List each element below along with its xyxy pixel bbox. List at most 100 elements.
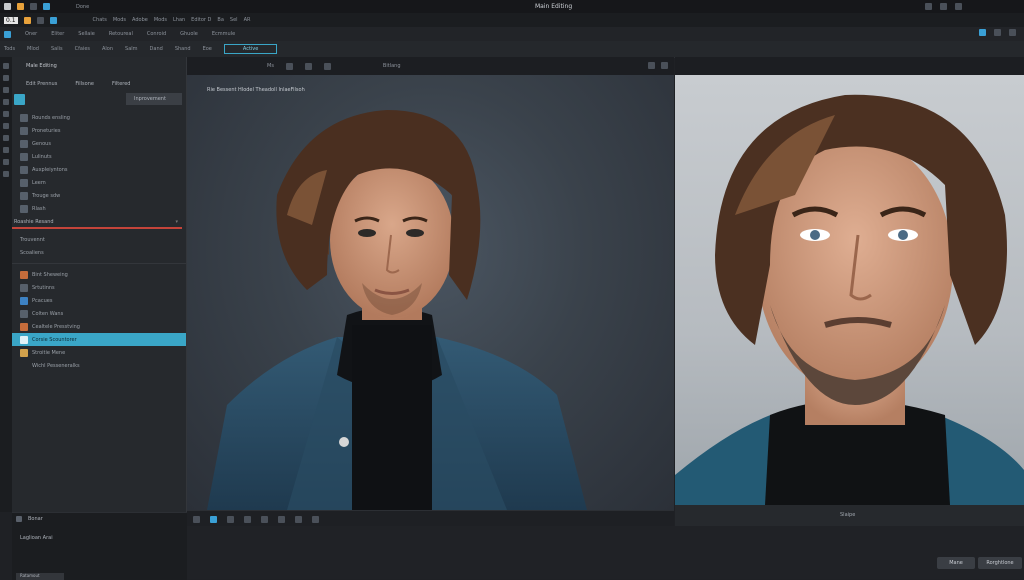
section-item[interactable]: Trouvennt [12, 233, 186, 246]
brush-tool-icon[interactable] [3, 75, 9, 81]
minimize-icon[interactable] [925, 3, 932, 10]
chat-icon[interactable] [193, 515, 200, 523]
adjust-icon[interactable] [14, 93, 25, 105]
list-item[interactable]: Auxpleiyntons [12, 163, 186, 176]
item-icon [20, 296, 28, 305]
open-icon[interactable] [23, 16, 31, 24]
dock-icon[interactable] [648, 62, 655, 69]
option-edit[interactable]: Edit Prennus [26, 81, 57, 87]
maximize-icon[interactable] [940, 3, 947, 10]
list-item[interactable]: Colten Wans [12, 307, 186, 320]
list-item[interactable]: Bint Sheweing [12, 268, 186, 281]
toolbar-item[interactable]: Shand [175, 46, 191, 52]
toolbar-item[interactable]: Mlod [27, 46, 39, 52]
list-item-selected[interactable]: Corsie Scountorer [12, 333, 186, 346]
menu-item[interactable]: AR [244, 17, 251, 23]
text-tool-icon[interactable] [3, 123, 9, 129]
list-item[interactable]: Proneturies [12, 124, 186, 137]
list-item[interactable]: Wichl Pesseneralks [12, 359, 186, 372]
list-item[interactable]: Srtutinns [12, 281, 186, 294]
toolbar-item[interactable]: Retoureal [109, 31, 133, 37]
preview-status-bar: Slaipe [675, 505, 1024, 526]
crop-tool-icon[interactable] [3, 87, 9, 93]
layers-small-icon[interactable] [244, 515, 251, 523]
undo-icon[interactable] [43, 3, 50, 10]
option-filter[interactable]: Filtered [112, 81, 131, 87]
section-item[interactable]: Scoaliens [12, 246, 186, 259]
layers-icon[interactable] [36, 16, 44, 24]
list-item[interactable]: Stroitie Mene [12, 346, 186, 359]
eyedropper-tool-icon[interactable] [3, 171, 9, 177]
mask-icon[interactable] [295, 515, 302, 523]
toolbar-item[interactable]: Salm [125, 46, 138, 52]
save-icon[interactable] [30, 3, 37, 10]
settings-icon[interactable] [979, 29, 986, 36]
canvas-filename: Bitlang [382, 63, 401, 69]
list-item[interactable]: Pcacues [12, 294, 186, 307]
link-icon[interactable] [261, 515, 268, 523]
toolbar-item[interactable]: Eliter [51, 31, 64, 37]
main-button[interactable]: Mane [937, 557, 975, 569]
toolbar-item[interactable]: Salis [51, 46, 63, 52]
zoom-level[interactable]: 0.1 [4, 16, 18, 24]
active-tab[interactable]: Active [223, 44, 278, 54]
close-canvas-icon[interactable] [661, 62, 668, 69]
menu-item[interactable]: Lhan [173, 17, 185, 23]
refresh-icon[interactable] [16, 516, 22, 522]
rorghtlone-button[interactable]: Rorghtlone [978, 557, 1022, 569]
toolbar-item[interactable]: Ecmmule [212, 31, 235, 37]
window-tab[interactable]: Done [76, 4, 89, 10]
rotate-icon[interactable] [323, 62, 331, 70]
doc-icon[interactable] [227, 515, 234, 523]
menu-item[interactable]: Sel [230, 17, 238, 23]
pen-tool-icon[interactable] [3, 135, 9, 141]
folder-icon[interactable] [17, 3, 24, 10]
preview-panel[interactable] [675, 75, 1024, 505]
eraser-tool-icon[interactable] [3, 111, 9, 117]
grid-icon[interactable] [994, 29, 1001, 36]
toolbar-item[interactable]: Oner [25, 31, 37, 37]
menu-item[interactable]: Mods [113, 17, 126, 23]
menu-item[interactable]: Chats [93, 17, 107, 23]
layer-thumb-icon [20, 165, 28, 174]
menu-item[interactable]: Editor D [191, 17, 211, 23]
fit-icon[interactable] [304, 62, 312, 70]
view-icon[interactable] [285, 62, 293, 70]
list-item[interactable]: Rlash [12, 202, 186, 215]
list-item[interactable]: Cealtele Presstving [12, 320, 186, 333]
list-item[interactable]: Rounds ensling [12, 111, 186, 124]
list-item[interactable]: Genous [12, 137, 186, 150]
toolbar-item[interactable]: Conroid [147, 31, 166, 37]
check-icon[interactable] [278, 515, 285, 523]
toolbar-item[interactable]: Tods [4, 46, 15, 52]
effect-icon[interactable] [312, 515, 319, 523]
globe-icon[interactable] [210, 515, 217, 523]
chevron-down-icon[interactable]: ▾ [175, 219, 178, 225]
toolbar-item[interactable]: Eoe [203, 46, 212, 52]
hand-tool-icon[interactable] [3, 159, 9, 165]
toolbar-item[interactable]: Ghuole [180, 31, 198, 37]
toolbar-item[interactable]: Alon [102, 46, 113, 52]
improvement-dropdown[interactable]: Inprovement [126, 93, 182, 105]
list-item[interactable]: Leem [12, 176, 186, 189]
image-icon[interactable] [49, 16, 57, 24]
close-icon[interactable] [955, 3, 962, 10]
lasso-tool-icon[interactable] [3, 99, 9, 105]
toolbar-item[interactable]: Sellaie [78, 31, 95, 37]
menu-item[interactable]: Mods [154, 17, 167, 23]
option-fill[interactable]: Fillsone [75, 81, 94, 87]
app-icon [4, 3, 11, 10]
move-tool-icon[interactable] [3, 63, 9, 69]
menu-item[interactable]: Adobe [132, 17, 148, 23]
home-icon[interactable] [4, 30, 11, 38]
panel-icon[interactable] [1009, 29, 1016, 36]
list-item[interactable]: Trouge sdw [12, 189, 186, 202]
canvas-bottom-toolbar [187, 510, 674, 527]
toolbar-item[interactable]: Dand [150, 46, 163, 52]
list-item[interactable]: Lulinuts [12, 150, 186, 163]
menu-item[interactable]: Ba [217, 17, 224, 23]
layer-thumb-icon [20, 191, 28, 200]
image-canvas[interactable]: Rie Bessent Hlodel Theadoll InlaeFilsoh [187, 75, 674, 510]
zoom-tool-icon[interactable] [3, 147, 9, 153]
toolbar-item[interactable]: Cfaies [75, 46, 90, 52]
